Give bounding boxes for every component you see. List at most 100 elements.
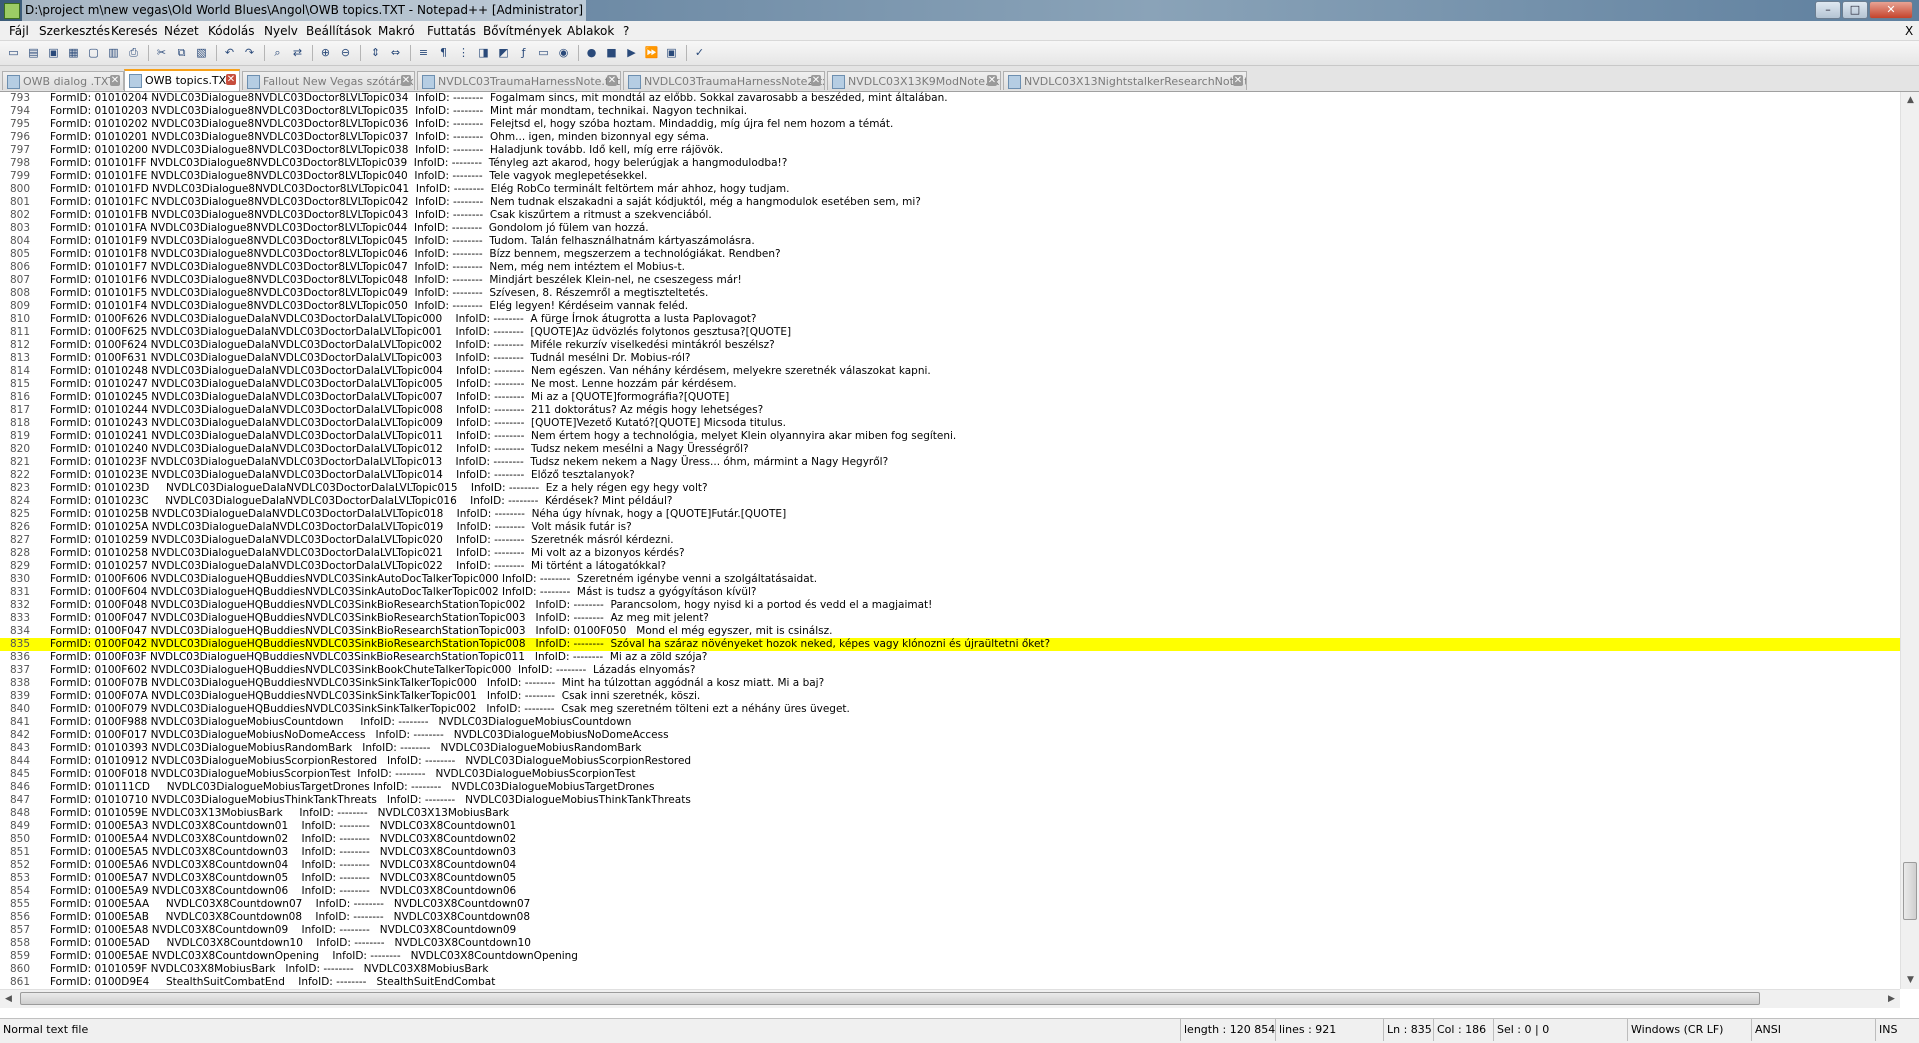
editor-line[interactable]: 807 FormID: 010101F6 NVDLC03Dialogue8NVDL… <box>0 274 1900 287</box>
editor-line[interactable]: 857 FormID: 0100E5A8 NVDLC03X8Countdown09… <box>0 924 1900 937</box>
editor-line[interactable]: 796 FormID: 01010201 NVDLC03Dialogue8NVDL… <box>0 131 1900 144</box>
editor-line[interactable]: 848 FormID: 0101059E NVDLC03X13MobiusBark… <box>0 807 1900 820</box>
save-all-icon[interactable]: ▦ <box>66 45 81 60</box>
tab-owb-dialog[interactable]: OWB dialog .TXT ✕ <box>2 71 124 90</box>
menu-language[interactable]: Nyelv <box>264 24 298 38</box>
editor-line[interactable]: 820 FormID: 01010240 NVDLC03DialogueDalaN… <box>0 443 1900 456</box>
editor-line[interactable]: 829 FormID: 01010257 NVDLC03DialogueDalaN… <box>0 560 1900 573</box>
editor-line[interactable]: 801 FormID: 010101FC NVDLC03Dialogue8NVDL… <box>0 196 1900 209</box>
horizontal-scrollbar[interactable]: ◀ ▶ <box>0 989 1900 1008</box>
vertical-scrollbar[interactable]: ▲ ▼ <box>1900 92 1919 989</box>
tab-trauma-harness-note[interactable]: NVDLC03TraumaHarnessNote.txt ✕ <box>417 71 621 90</box>
editor-line[interactable]: 793 FormID: 01010204 NVDLC03Dialogue8NVDL… <box>0 92 1900 105</box>
editor-line[interactable]: 794 FormID: 01010203 NVDLC03Dialogue8NVDL… <box>0 105 1900 118</box>
sync-horizontal-icon[interactable]: ⇔ <box>388 45 403 60</box>
editor-line[interactable]: 808 FormID: 010101F5 NVDLC03Dialogue8NVDL… <box>0 287 1900 300</box>
editor-line[interactable]: 818 FormID: 01010243 NVDLC03DialogueDalaN… <box>0 417 1900 430</box>
close-icon[interactable]: ✕ <box>987 75 997 86</box>
tab-trauma-harness-note-2[interactable]: NVDLC03TraumaHarnessNote2.txt ✕ <box>623 71 825 90</box>
editor-line[interactable]: 826 FormID: 0101025A NVDLC03DialogueDalaN… <box>0 521 1900 534</box>
editor-line[interactable]: 845 FormID: 0100F018 NVDLC03DialogueMobiu… <box>0 768 1900 781</box>
editor-line[interactable]: 835 FormID: 0100F042 NVDLC03DialogueHQBud… <box>0 638 1900 651</box>
close-document-button[interactable]: X <box>1905 24 1913 38</box>
minimize-button[interactable]: – <box>1815 1 1841 19</box>
editor-line[interactable]: 809 FormID: 010101F4 NVDLC03Dialogue8NVDL… <box>0 300 1900 313</box>
copy-icon[interactable]: ⧉ <box>174 45 189 60</box>
editor-line[interactable]: 858 FormID: 0100E5AD NVDLC03X8Countdown10… <box>0 937 1900 950</box>
menu-file[interactable]: Fájl <box>9 24 29 38</box>
sync-vertical-icon[interactable]: ⇕ <box>368 45 383 60</box>
editor-line[interactable]: 830 FormID: 0100F606 NVDLC03DialogueHQBud… <box>0 573 1900 586</box>
editor-line[interactable]: 837 FormID: 0100F602 NVDLC03DialogueHQBud… <box>0 664 1900 677</box>
editor-line[interactable]: 844 FormID: 01010912 NVDLC03DialogueMobiu… <box>0 755 1900 768</box>
editor-line[interactable]: 810 FormID: 0100F626 NVDLC03DialogueDalaN… <box>0 313 1900 326</box>
menu-window[interactable]: Ablakok <box>567 24 614 38</box>
run-macro-multiple-icon[interactable]: ⏩ <box>644 45 659 60</box>
editor-line[interactable]: 839 FormID: 0100F07A NVDLC03DialogueHQBud… <box>0 690 1900 703</box>
play-macro-icon[interactable]: ▶ <box>624 45 639 60</box>
close-icon[interactable]: ✕ <box>401 75 411 86</box>
editor-line[interactable]: 815 FormID: 01010247 NVDLC03DialogueDalaN… <box>0 378 1900 391</box>
editor-line[interactable]: 824 FormID: 0101023C NVDLC03DialogueDalaN… <box>0 495 1900 508</box>
menu-plugins[interactable]: Bővítmények <box>483 24 562 38</box>
editor-line[interactable]: 800 FormID: 010101FD NVDLC03Dialogue8NVDL… <box>0 183 1900 196</box>
menu-view[interactable]: Nézet <box>164 24 199 38</box>
editor-line[interactable]: 860 FormID: 0101059F NVDLC03X8MobiusBark … <box>0 963 1900 976</box>
stop-macro-icon[interactable]: ■ <box>604 45 619 60</box>
paste-icon[interactable]: ▧ <box>194 45 209 60</box>
show-all-characters-icon[interactable]: ¶ <box>436 45 451 60</box>
editor-line[interactable]: 833 FormID: 0100F047 NVDLC03DialogueHQBud… <box>0 612 1900 625</box>
editor-line[interactable]: 842 FormID: 0100F017 NVDLC03DialogueMobiu… <box>0 729 1900 742</box>
indent-guide-icon[interactable]: ⋮ <box>456 45 471 60</box>
editor-line[interactable]: 855 FormID: 0100E5AA NVDLC03X8Countdown07… <box>0 898 1900 911</box>
editor-line[interactable]: 836 FormID: 0100F03F NVDLC03DialogueHQBud… <box>0 651 1900 664</box>
text-editor[interactable]: 793 FormID: 01010204 NVDLC03Dialogue8NVDL… <box>0 92 1900 989</box>
tab-fallout-dictionary[interactable]: Fallout New Vegas szótár.txt ✕ <box>242 71 415 90</box>
editor-line[interactable]: 822 FormID: 0101023E NVDLC03DialogueDalaN… <box>0 469 1900 482</box>
document-map-icon[interactable]: ◩ <box>496 45 511 60</box>
editor-line[interactable]: 802 FormID: 010101FB NVDLC03Dialogue8NVDL… <box>0 209 1900 222</box>
status-eol[interactable]: Windows (CR LF) <box>1627 1019 1751 1041</box>
editor-line[interactable]: 821 FormID: 0101023F NVDLC03DialogueDalaN… <box>0 456 1900 469</box>
menu-macro[interactable]: Makró <box>378 24 415 38</box>
open-file-icon[interactable]: ▤ <box>26 45 41 60</box>
editor-line[interactable]: 813 FormID: 0100F631 NVDLC03DialogueDalaN… <box>0 352 1900 365</box>
save-macro-icon[interactable]: ▣ <box>664 45 679 60</box>
editor-line[interactable]: 804 FormID: 010101F9 NVDLC03Dialogue8NVDL… <box>0 235 1900 248</box>
editor-line[interactable]: 799 FormID: 010101FE NVDLC03Dialogue8NVDL… <box>0 170 1900 183</box>
editor-line[interactable]: 850 FormID: 0100E5A4 NVDLC03X8Countdown02… <box>0 833 1900 846</box>
editor-line[interactable]: 846 FormID: 010111CD NVDLC03DialogueMobiu… <box>0 781 1900 794</box>
editor-line[interactable]: 798 FormID: 010101FF NVDLC03Dialogue8NVDL… <box>0 157 1900 170</box>
maximize-button[interactable]: □ <box>1842 1 1868 19</box>
close-icon[interactable]: ✕ <box>811 75 821 86</box>
word-wrap-icon[interactable]: ≡ <box>416 45 431 60</box>
editor-line[interactable]: 814 FormID: 01010248 NVDLC03DialogueDalaN… <box>0 365 1900 378</box>
editor-line[interactable]: 854 FormID: 0100E5A9 NVDLC03X8Countdown06… <box>0 885 1900 898</box>
editor-line[interactable]: 823 FormID: 0101023D NVDLC03DialogueDalaN… <box>0 482 1900 495</box>
replace-icon[interactable]: ⇄ <box>290 45 305 60</box>
close-button[interactable]: ✕ <box>1869 1 1913 19</box>
editor-line[interactable]: 834 FormID: 0100F047 NVDLC03DialogueHQBud… <box>0 625 1900 638</box>
editor-line[interactable]: 817 FormID: 01010244 NVDLC03DialogueDalaN… <box>0 404 1900 417</box>
new-file-icon[interactable]: ▭ <box>6 45 21 60</box>
editor-line[interactable]: 827 FormID: 01010259 NVDLC03DialogueDalaN… <box>0 534 1900 547</box>
editor-line[interactable]: 861 FormID: 0100D9E4 StealthSuitCombatEnd… <box>0 976 1900 989</box>
close-icon[interactable]: ✕ <box>110 75 120 86</box>
menu-settings[interactable]: Beállítások <box>306 24 372 38</box>
scroll-up-icon[interactable]: ▲ <box>1901 92 1919 109</box>
spell-check-icon[interactable]: ✓ <box>692 45 707 60</box>
close-icon[interactable]: ✕ <box>607 75 617 86</box>
editor-line[interactable]: 803 FormID: 010101FA NVDLC03Dialogue8NVDL… <box>0 222 1900 235</box>
editor-line[interactable]: 819 FormID: 01010241 NVDLC03DialogueDalaN… <box>0 430 1900 443</box>
editor-line[interactable]: 805 FormID: 010101F8 NVDLC03Dialogue8NVDL… <box>0 248 1900 261</box>
editor-line[interactable]: 832 FormID: 0100F048 NVDLC03DialogueHQBud… <box>0 599 1900 612</box>
close-icon[interactable]: ✕ <box>226 74 236 85</box>
tab-owb-topics[interactable]: OWB topics.TXT ✕ <box>124 69 240 91</box>
editor-line[interactable]: 849 FormID: 0100E5A3 NVDLC03X8Countdown01… <box>0 820 1900 833</box>
menu-encoding[interactable]: Kódolás <box>208 24 255 38</box>
editor-line[interactable]: 852 FormID: 0100E5A6 NVDLC03X8Countdown04… <box>0 859 1900 872</box>
print-icon[interactable]: ⎙ <box>126 45 141 60</box>
editor-line[interactable]: 828 FormID: 01010258 NVDLC03DialogueDalaN… <box>0 547 1900 560</box>
scroll-right-icon[interactable]: ▶ <box>1883 990 1900 1008</box>
zoom-out-icon[interactable]: ⊖ <box>338 45 353 60</box>
